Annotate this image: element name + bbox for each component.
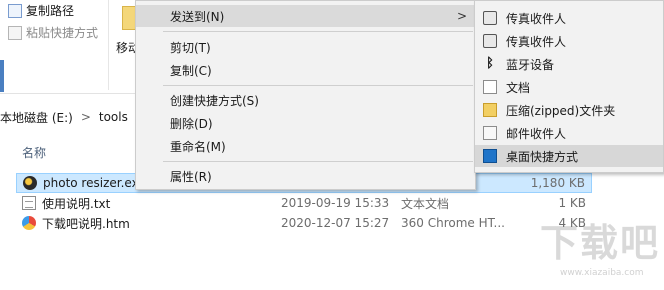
document-icon: [483, 80, 497, 94]
submenu-item-label: 蓝牙设备: [506, 57, 555, 72]
send-to-desktop-shortcut[interactable]: 桌面快捷方式: [475, 145, 663, 167]
menu-separator: [163, 31, 473, 32]
menu-item-label: 剪切(T): [170, 40, 211, 55]
menu-item-delete[interactable]: 删除(D): [136, 112, 475, 134]
watermark-url: www.xiazaiba.com: [560, 268, 644, 278]
submenu-item-label: 邮件收件人: [506, 126, 567, 141]
send-to-bluetooth[interactable]: ᛒ 蓝牙设备: [475, 53, 663, 75]
paste-shortcut-button[interactable]: 粘贴快捷方式: [8, 24, 98, 41]
file-name: 下载吧说明.htm: [42, 216, 130, 231]
submenu-item-label: 传真收件人: [506, 34, 567, 49]
file-row-usage-txt[interactable]: 使用说明.txt 2019-09-19 15:33 文本文档 1 KB: [16, 193, 592, 213]
menu-item-copy[interactable]: 复制(C): [136, 59, 475, 81]
bluetooth-icon: ᛒ: [486, 56, 494, 71]
ribbon-accent: [0, 60, 4, 92]
copy-path-label: 复制路径: [26, 4, 75, 18]
mail-icon: [483, 126, 497, 140]
zip-folder-icon: [483, 103, 497, 117]
send-to-zip-folder[interactable]: 压缩(zipped)文件夹: [475, 99, 663, 121]
menu-item-label: 属性(R): [170, 169, 212, 184]
file-size: 1 KB: [558, 196, 586, 210]
submenu-item-label: 文档: [506, 80, 531, 95]
application-icon: [23, 176, 37, 190]
submenu-item-label: 桌面快捷方式: [506, 149, 579, 164]
address-bar[interactable]: 本地磁盘 (E:) > tools >: [0, 106, 146, 128]
context-menu: 发送到(N) > 剪切(T) 复制(C) 创建快捷方式(S) 删除(D) 重命名…: [135, 0, 476, 190]
file-row-xiazaiba-htm[interactable]: 下载吧说明.htm 2020-12-07 15:27 360 Chrome HT…: [16, 213, 592, 233]
menu-item-label: 创建快捷方式(S): [170, 93, 259, 108]
send-to-submenu: 传真收件人 传真收件人 ᛒ 蓝牙设备 文档 压缩(zipped)文件夹 邮件收件…: [474, 0, 664, 173]
desktop-icon: [483, 149, 497, 163]
breadcrumb-separator: >: [80, 110, 91, 124]
menu-item-label: 删除(D): [170, 116, 213, 131]
copy-path-icon: [8, 3, 22, 18]
file-type: 360 Chrome HT...: [401, 216, 505, 230]
fax-icon: [483, 34, 497, 48]
file-size: 1,180 KB: [530, 176, 585, 190]
send-to-fax-recipient-2[interactable]: 传真收件人: [475, 30, 663, 52]
menu-item-properties[interactable]: 属性(R): [136, 165, 475, 187]
menu-item-create-shortcut[interactable]: 创建快捷方式(S): [136, 89, 475, 111]
menu-item-label: 重命名(M): [170, 139, 226, 154]
menu-item-send-to[interactable]: 发送到(N) >: [136, 5, 475, 27]
file-date: 2020-12-07 15:27: [281, 216, 390, 230]
ribbon-divider: [108, 0, 109, 90]
file-name: 使用说明.txt: [42, 196, 111, 211]
paste-shortcut-icon: [8, 25, 22, 40]
fax-icon: [483, 11, 497, 25]
copy-path-button[interactable]: 复制路径: [8, 2, 74, 19]
submenu-item-label: 压缩(zipped)文件夹: [506, 103, 616, 118]
menu-separator: [163, 161, 473, 162]
menu-item-cut[interactable]: 剪切(T): [136, 36, 475, 58]
menu-separator: [163, 85, 473, 86]
send-to-documents[interactable]: 文档: [475, 76, 663, 98]
menu-item-rename[interactable]: 重命名(M): [136, 135, 475, 157]
browser-file-icon: [22, 216, 36, 230]
submenu-item-label: 传真收件人: [506, 11, 567, 26]
watermark-logo: 下载吧: [540, 221, 661, 265]
file-date: 2019-09-19 15:33: [281, 196, 390, 210]
menu-item-label: 复制(C): [170, 63, 212, 78]
file-type: 文本文档: [401, 196, 450, 211]
send-to-mail-recipient[interactable]: 邮件收件人: [475, 122, 663, 144]
column-header-name[interactable]: 名称: [22, 144, 46, 161]
text-file-icon: [22, 196, 36, 210]
breadcrumb-drive[interactable]: 本地磁盘 (E:): [0, 109, 73, 126]
send-to-fax-recipient[interactable]: 传真收件人: [475, 7, 663, 29]
menu-item-label: 发送到(N): [170, 9, 225, 24]
paste-shortcut-label: 粘贴快捷方式: [26, 26, 99, 40]
move-to-folder-icon: [122, 6, 136, 30]
breadcrumb-folder[interactable]: tools: [99, 110, 128, 124]
submenu-arrow-icon: >: [456, 9, 467, 23]
